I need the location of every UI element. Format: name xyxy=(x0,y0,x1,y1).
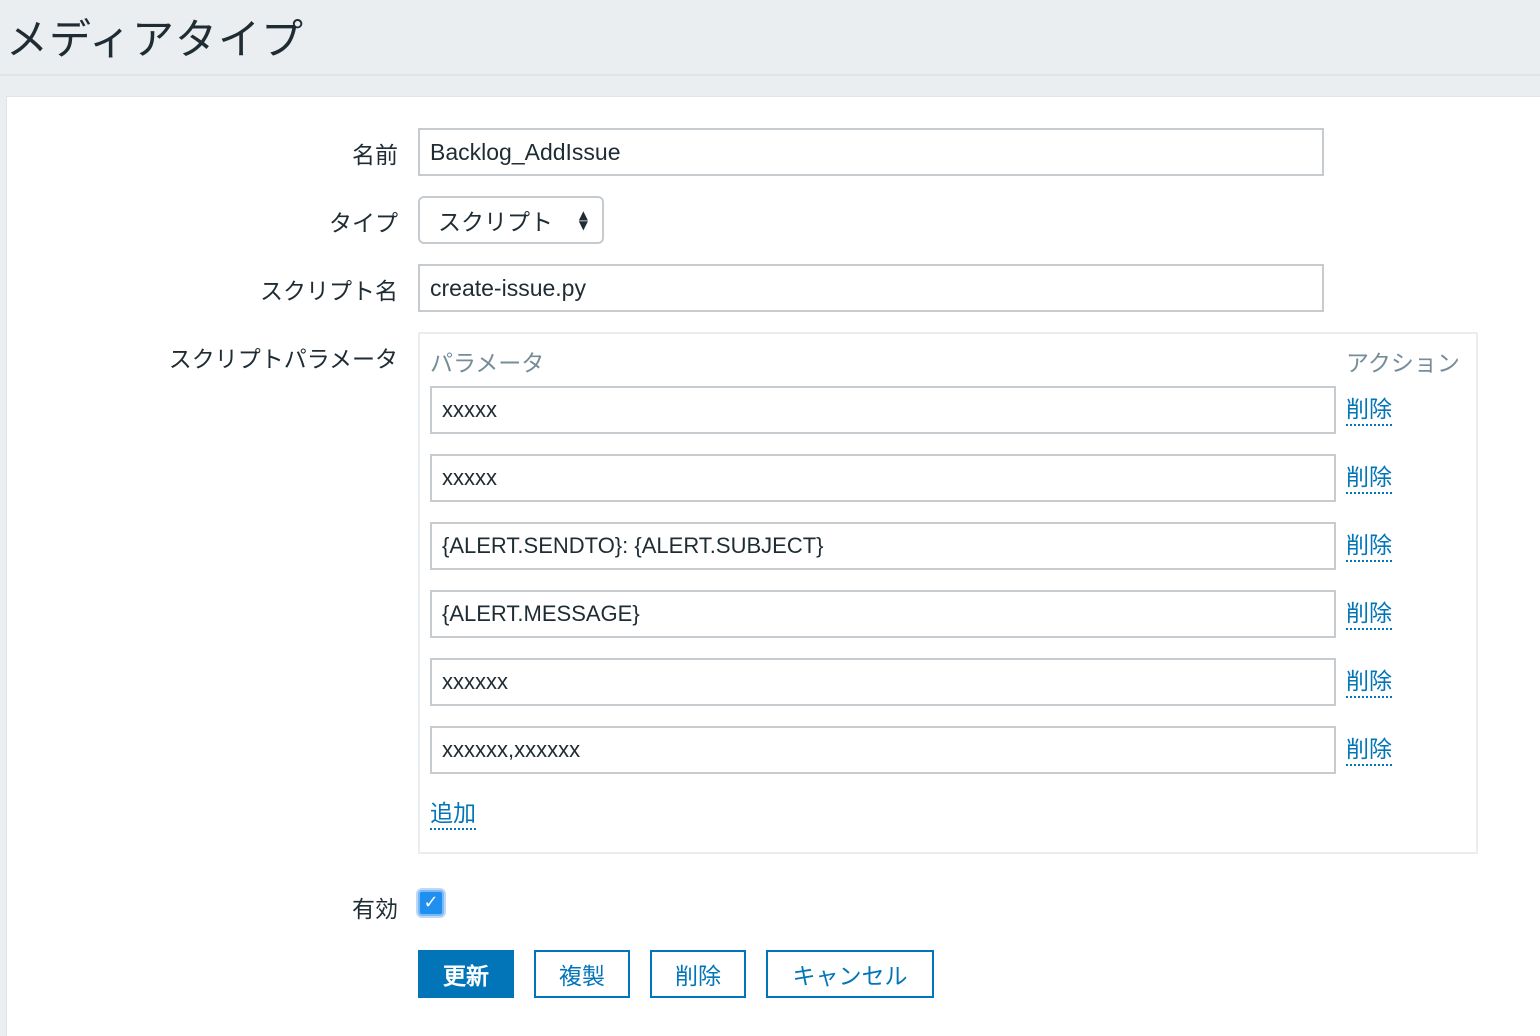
update-button[interactable]: 更新 xyxy=(418,950,514,998)
add-param-link[interactable]: 追加 xyxy=(430,800,476,830)
delete-button[interactable]: 削除 xyxy=(650,950,746,998)
name-label: 名前 xyxy=(352,143,398,169)
params-col-parameter: パラメータ xyxy=(430,351,545,377)
param-input-1[interactable] xyxy=(430,386,1336,434)
page-header: メディアタイプ xyxy=(0,0,1540,76)
enabled-checkbox[interactable]: ✓ xyxy=(418,890,444,916)
script-params-table: パラメータ アクション 削除 削除 削除 削除 削除 削除 追加 xyxy=(418,332,1478,854)
param-delete-link-2[interactable]: 削除 xyxy=(1346,464,1392,494)
page-title: メディアタイプ xyxy=(6,15,305,64)
param-input-6[interactable] xyxy=(430,726,1336,774)
enabled-label: 有効 xyxy=(352,897,398,923)
name-input[interactable] xyxy=(418,128,1324,176)
param-delete-link-5[interactable]: 削除 xyxy=(1346,668,1392,698)
param-delete-link-4[interactable]: 削除 xyxy=(1346,600,1392,630)
param-input-3[interactable] xyxy=(430,522,1336,570)
param-delete-link-3[interactable]: 削除 xyxy=(1346,532,1392,562)
script-name-label: スクリプト名 xyxy=(260,279,398,305)
checkmark-icon: ✓ xyxy=(423,892,439,913)
param-delete-link-6[interactable]: 削除 xyxy=(1346,736,1392,766)
type-label: タイプ xyxy=(329,211,398,237)
type-select-value: スクリプト xyxy=(438,210,553,236)
script-name-input[interactable] xyxy=(418,264,1324,312)
param-delete-link-1[interactable]: 削除 xyxy=(1346,396,1392,426)
params-col-action: アクション xyxy=(1346,351,1460,377)
param-input-5[interactable] xyxy=(430,658,1336,706)
param-input-2[interactable] xyxy=(430,454,1336,502)
clone-button[interactable]: 複製 xyxy=(534,950,630,998)
script-params-label: スクリプトパラメータ xyxy=(168,347,398,373)
cancel-button[interactable]: キャンセル xyxy=(766,950,934,998)
param-input-4[interactable] xyxy=(430,590,1336,638)
select-arrows-icon: ▲ ▼ xyxy=(578,208,588,232)
type-select[interactable]: スクリプト ▲ ▼ xyxy=(418,196,604,244)
